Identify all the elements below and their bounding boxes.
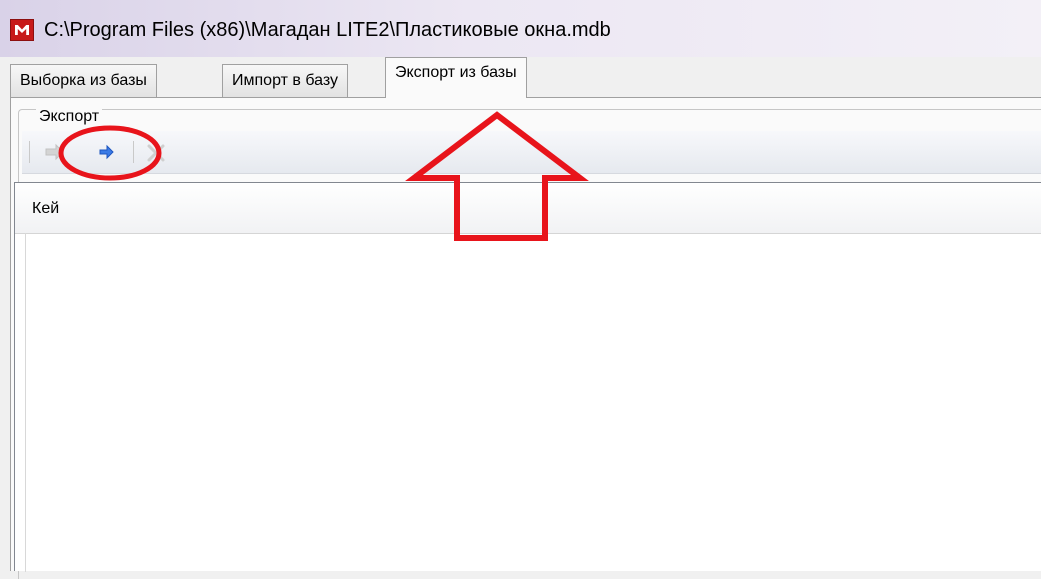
delete-x-disabled-icon xyxy=(147,144,165,162)
tab-export-from-db[interactable]: Экспорт из базы xyxy=(385,57,527,98)
export-toolbar xyxy=(22,131,1041,174)
arrow-right-disabled-icon xyxy=(45,143,64,161)
window-title: C:\Program Files (x86)\Магадан LITE2\Пла… xyxy=(44,19,611,41)
column-header-key[interactable]: Кей xyxy=(32,200,59,218)
toolbar-separator xyxy=(29,141,30,163)
grid-row-header-divider xyxy=(25,233,26,572)
tab-import-to-db[interactable]: Импорт в базу xyxy=(222,64,348,97)
toolbar-separator xyxy=(133,141,134,163)
export-group-label: Экспорт xyxy=(36,108,103,126)
app-logo-icon[interactable] xyxy=(10,19,34,41)
arrow-right-blue-icon xyxy=(99,144,114,160)
tab-strip: Выборка из базы Импорт в базу Экспорт из… xyxy=(10,57,1041,101)
title-bar: C:\Program Files (x86)\Магадан LITE2\Пла… xyxy=(0,0,1041,57)
grid-header: Кей xyxy=(15,183,1041,234)
delete-disabled-button[interactable] xyxy=(143,139,169,165)
export-disabled-button[interactable] xyxy=(42,139,68,165)
export-data-grid[interactable]: Кей xyxy=(14,182,1041,572)
tab-selection-from-db[interactable]: Выборка из базы xyxy=(10,64,157,97)
export-button[interactable] xyxy=(94,139,120,165)
